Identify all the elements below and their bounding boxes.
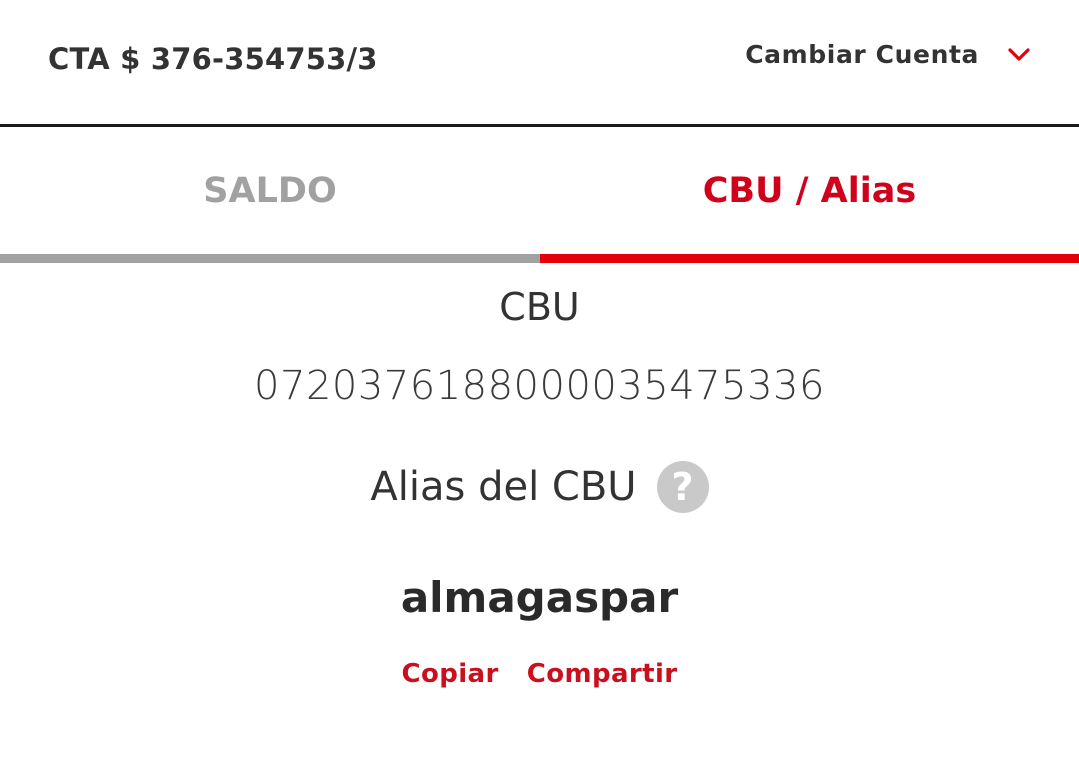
tab-cbu-alias-indicator [540,254,1079,263]
cbu-number: 0720376188000035475336 [254,363,825,409]
help-icon[interactable]: ? [656,461,709,513]
tab-saldo-label: SALDO [203,171,337,211]
alias-value: almagaspar [400,573,679,622]
tab-bar: SALDO CBU / Alias [0,127,1079,263]
chevron-down-icon [1008,47,1030,61]
share-button[interactable]: Compartir [527,659,678,689]
change-account-button[interactable]: Cambiar Cuenta [745,40,1031,69]
tab-cbu-alias-label: CBU / Alias [702,171,917,211]
tab-saldo[interactable]: SALDO [0,127,540,263]
copy-button[interactable]: Copiar [401,659,498,689]
alias-heading-row: Alias del CBU ? [0,461,1079,513]
tab-saldo-indicator [0,254,540,263]
change-account-label: Cambiar Cuenta [745,40,979,69]
cbu-heading: CBU [499,285,580,329]
tab-cbu-alias[interactable]: CBU / Alias [540,127,1079,263]
alias-actions: Copiar Compartir [0,659,1079,689]
account-label: CTA $ 376-354753/3 [48,42,378,76]
alias-heading: Alias del CBU [370,464,637,510]
account-header: CTA $ 376-354753/3 Cambiar Cuenta [0,0,1079,127]
